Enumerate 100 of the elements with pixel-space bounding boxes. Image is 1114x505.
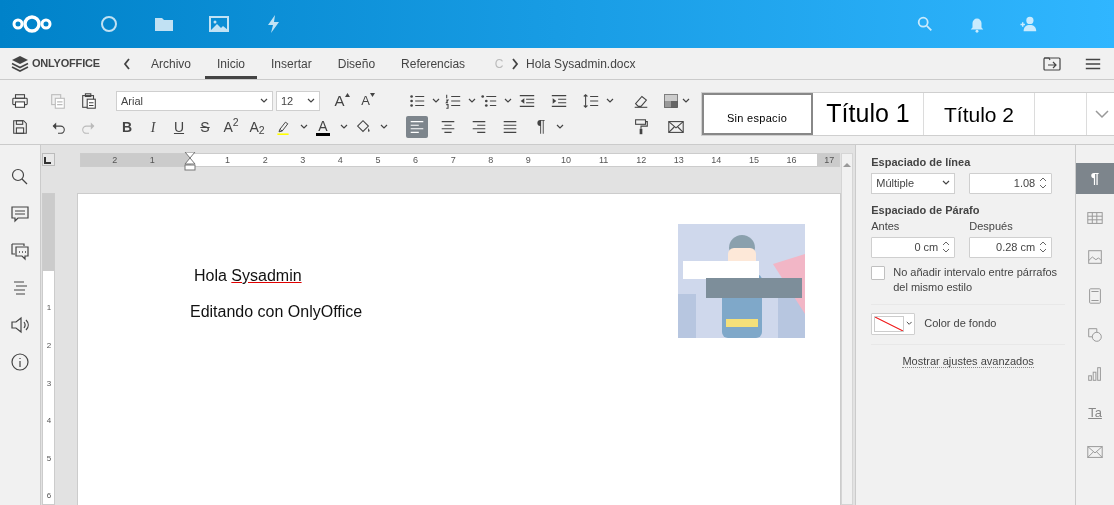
- italic-button[interactable]: I: [142, 116, 164, 138]
- ruler-number: 6: [413, 155, 419, 166]
- caret-icon[interactable]: [432, 98, 440, 104]
- image-icon[interactable]: [209, 14, 229, 34]
- line-spacing-icon: [582, 92, 600, 110]
- paint-roller-icon: [632, 118, 650, 136]
- circle-icon[interactable]: [99, 14, 119, 34]
- speaker-icon[interactable]: [10, 315, 30, 335]
- ruler-number: 3: [300, 155, 306, 166]
- field-label: Antes: [871, 219, 901, 234]
- shapes-icon: [1086, 325, 1105, 344]
- checkbox[interactable]: [871, 265, 886, 280]
- caret-icon[interactable]: [556, 124, 564, 130]
- tab[interactable]: Archivo: [139, 48, 203, 79]
- ruler-number: 11: [598, 155, 609, 166]
- shrink-font-button[interactable]: A: [357, 90, 379, 112]
- no-color-swatch: [874, 315, 904, 332]
- ruler-number: 14: [711, 155, 722, 166]
- caret-icon: [260, 98, 268, 104]
- info-icon[interactable]: [10, 352, 30, 372]
- app-logo-text: ONLYOFFICE: [32, 56, 100, 72]
- caret-icon[interactable]: [682, 98, 690, 104]
- caret-icon[interactable]: [606, 98, 614, 104]
- ruler-number: 2: [262, 155, 268, 166]
- caret-icon: [942, 180, 951, 186]
- caret-icon[interactable]: [504, 98, 512, 104]
- caret-icon[interactable]: [380, 124, 388, 130]
- chevron-left-icon[interactable]: [122, 56, 132, 71]
- spinner-arrows-icon[interactable]: [942, 241, 951, 253]
- printer-icon: [11, 92, 29, 110]
- caret-icon[interactable]: [468, 98, 476, 104]
- tab[interactable]: Referencias: [389, 48, 478, 79]
- color-underline: [316, 132, 330, 136]
- advanced-settings-link[interactable]: Mostrar ajustes avanzados: [902, 354, 1034, 368]
- ruler-number: 7: [450, 155, 456, 166]
- color-swatch-button[interactable]: [871, 312, 916, 335]
- caret-icon: [905, 321, 913, 326]
- triangle-down-icon: [369, 93, 375, 97]
- font-size-dropdown[interactable]: 12: [276, 91, 320, 111]
- tab[interactable]: Diseño: [325, 48, 388, 79]
- outdent-icon: [518, 92, 536, 110]
- ruler-number: 4: [45, 417, 53, 426]
- align-center-icon: [439, 118, 457, 136]
- numbered-list-icon: [444, 92, 462, 110]
- ruler-number: 1: [225, 155, 231, 166]
- spinner-arrows-icon[interactable]: [1039, 241, 1048, 253]
- color-scheme-icon: [662, 92, 680, 110]
- spinner-arrows-icon[interactable]: [1039, 177, 1048, 189]
- paragraph-settings-tab[interactable]: ¶: [1076, 163, 1114, 194]
- caret-icon: [307, 98, 315, 104]
- color-label: Color de fondo: [924, 316, 997, 332]
- field-label: Después: [969, 219, 1014, 234]
- ruler-number: 2: [45, 341, 53, 350]
- indent-marker-icon[interactable]: [183, 152, 196, 171]
- layers-icon: [10, 53, 30, 74]
- caret-icon[interactable]: [300, 124, 308, 130]
- tab[interactable]: Insertar: [259, 48, 324, 79]
- bold-button[interactable]: B: [116, 116, 138, 138]
- superscript-button[interactable]: A$^{2}$: [220, 116, 242, 138]
- indent-icon: [550, 92, 568, 110]
- strike-button[interactable]: S: [194, 116, 216, 138]
- spacing-after-field[interactable]: 0.28 cm: [969, 236, 1053, 258]
- font-name-dropdown[interactable]: Arial: [116, 91, 273, 111]
- ruler-number: 8: [488, 155, 494, 166]
- align-justify-icon: [501, 118, 519, 136]
- chevron-right-icon[interactable]: [510, 56, 521, 71]
- ruler-number: 1: [149, 155, 155, 166]
- chat-icon[interactable]: [10, 241, 30, 261]
- align-right-icon: [470, 118, 488, 136]
- font-color-button[interactable]: A: [312, 116, 334, 138]
- line-spacing-type-dropdown[interactable]: Múltiple: [871, 172, 956, 194]
- tab-stop-icon: [44, 156, 53, 165]
- search-icon[interactable]: [10, 167, 30, 187]
- line-spacing-field[interactable]: 1.08: [969, 172, 1053, 194]
- cloud-logo-icon[interactable]: [10, 12, 54, 36]
- ruler-number: 6: [45, 492, 53, 501]
- ruler-number: 5: [375, 155, 381, 166]
- align-left-button[interactable]: [406, 116, 428, 138]
- clipboard-icon: [80, 92, 98, 110]
- envelope-icon: [667, 118, 685, 136]
- ruler-number: 10: [560, 155, 571, 166]
- grow-font-button[interactable]: A: [331, 90, 353, 112]
- ruler-number: 16: [786, 155, 797, 166]
- caret-icon[interactable]: [340, 124, 348, 130]
- paragraph-marks-button[interactable]: ¶: [530, 116, 552, 138]
- ruler-number: 15: [748, 155, 759, 166]
- copy-icon: [49, 92, 67, 110]
- ruler-number: 9: [525, 155, 531, 166]
- ruler-number: 1: [45, 304, 53, 313]
- image-icon: [1086, 247, 1105, 266]
- ruler-number: 4: [337, 155, 343, 166]
- subscript-button[interactable]: A$_{2}$: [246, 116, 268, 138]
- multilevel-list-icon: [480, 92, 498, 110]
- comment-icon[interactable]: [10, 204, 30, 224]
- spacing-before-field[interactable]: 0 cm: [871, 236, 956, 258]
- style-preset[interactable]: Sin espacio: [702, 93, 813, 135]
- underline-button[interactable]: U: [168, 116, 190, 138]
- tab-stop-selector[interactable]: [41, 153, 55, 166]
- section-heading: Espaciado de Párafo: [871, 202, 981, 218]
- document-text: Editando con OnlyOffice: [189, 302, 364, 322]
